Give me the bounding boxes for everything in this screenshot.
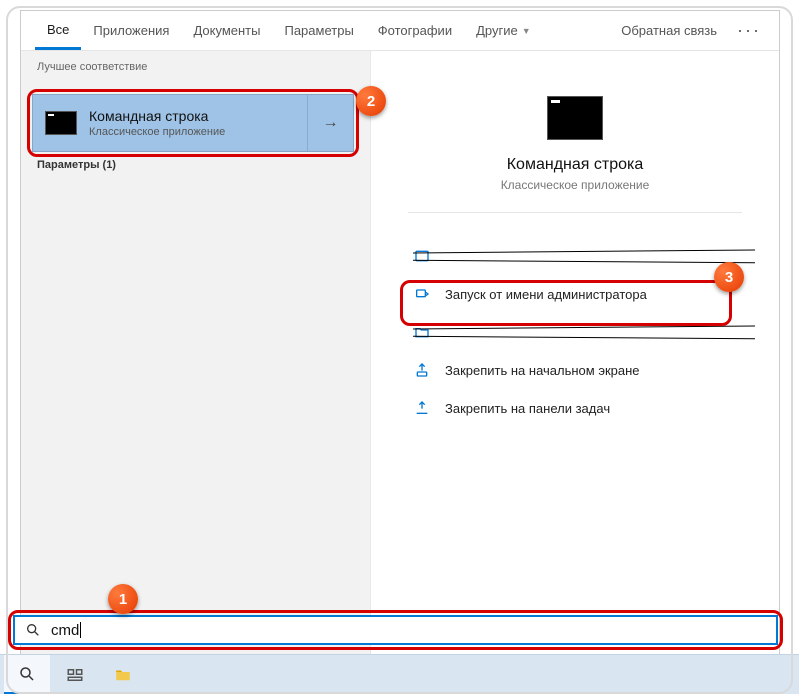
cmd-icon — [45, 111, 77, 135]
taskbar-explorer-button[interactable] — [100, 655, 146, 694]
best-match-result[interactable]: Командная строка Классическое приложение… — [32, 94, 354, 152]
annotation-highlight-2: Командная строка Классическое приложение… — [27, 89, 359, 157]
annotation-badge-2: 2 — [356, 86, 386, 116]
search-panel: Все Приложения Документы Параметры Фотог… — [20, 10, 780, 660]
search-input-row[interactable]: cmd — [13, 615, 778, 645]
action-label: Закрепить на начальном экране — [445, 363, 640, 378]
annotation-badge-3: 3 — [714, 262, 744, 292]
best-match-text: Командная строка Классическое приложение — [89, 108, 307, 138]
tab-documents[interactable]: Документы — [181, 11, 272, 50]
action-pin-to-start[interactable]: Закрепить на начальном экране — [371, 351, 779, 389]
search-icon — [15, 622, 51, 638]
taskbar — [0, 654, 799, 694]
results-right-column: Командная строка Классическое приложение… — [371, 51, 779, 659]
annotation-highlight-1: cmd — [8, 610, 783, 650]
pin-taskbar-icon — [413, 400, 431, 416]
folder-location-icon — [413, 324, 431, 340]
action-open-file-location[interactable]: Перейти к расположению файла — [371, 313, 779, 351]
best-match-header: Лучшее соответствие — [21, 51, 370, 79]
tab-photos[interactable]: Фотографии — [366, 11, 464, 50]
feedback-link[interactable]: Обратная связь — [611, 23, 727, 38]
results-left-column: Лучшее соответствие Командная строка Кла… — [21, 51, 371, 659]
expand-arrow-button[interactable]: → — [307, 95, 353, 151]
tab-other-label: Другие — [476, 23, 518, 38]
result-title: Командная строка — [89, 108, 307, 124]
result-subtitle: Классическое приложение — [89, 126, 307, 138]
cmd-preview-icon — [547, 96, 603, 140]
open-icon — [413, 248, 431, 264]
tab-all[interactable]: Все — [35, 11, 81, 50]
tab-apps[interactable]: Приложения — [81, 11, 181, 50]
action-pin-to-taskbar[interactable]: Закрепить на панели задач — [371, 389, 779, 427]
tab-settings[interactable]: Параметры — [272, 11, 365, 50]
more-options-button[interactable]: ··· — [727, 20, 771, 41]
search-query-text: cmd — [51, 622, 79, 639]
chevron-down-icon: ▼ — [522, 26, 531, 36]
tabs-bar: Все Приложения Документы Параметры Фотог… — [21, 11, 779, 51]
settings-group-header: Параметры (1) — [37, 159, 116, 171]
text-caret — [80, 622, 81, 638]
divider — [408, 212, 743, 213]
pin-start-icon — [413, 362, 431, 378]
taskbar-search-button[interactable] — [4, 655, 50, 694]
tab-other[interactable]: Другие ▼ — [464, 11, 543, 50]
annotation-badge-1: 1 — [108, 584, 138, 614]
results-body: Лучшее соответствие Командная строка Кла… — [21, 51, 779, 659]
action-label: Закрепить на панели задач — [445, 401, 610, 416]
admin-shield-icon — [413, 286, 431, 302]
preview-subtitle: Классическое приложение — [501, 178, 650, 192]
taskbar-taskview-button[interactable] — [52, 655, 98, 694]
preview-title: Командная строка — [507, 156, 644, 174]
action-label: Запуск от имени администратора — [445, 287, 647, 302]
